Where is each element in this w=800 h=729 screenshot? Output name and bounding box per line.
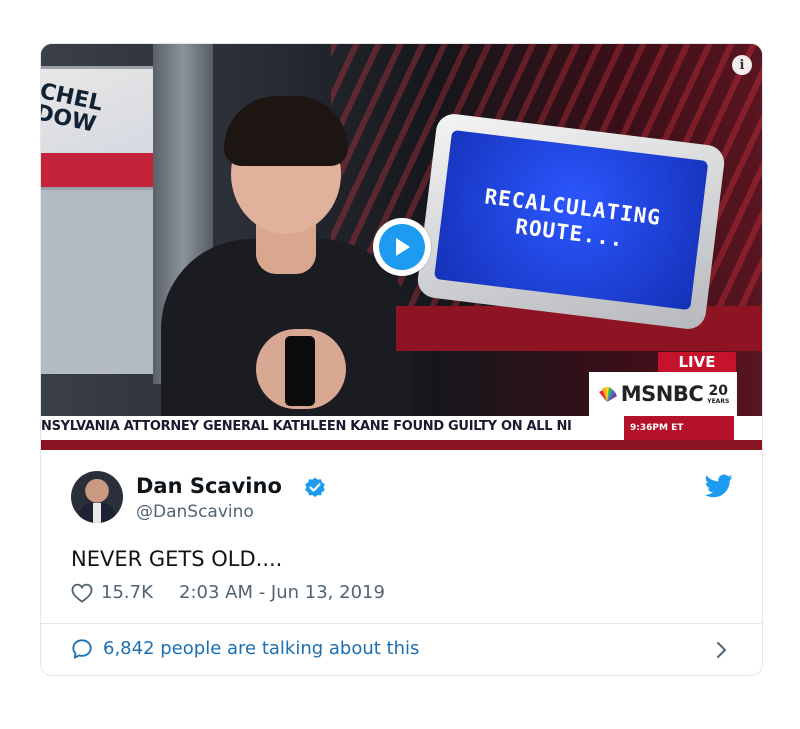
info-icon[interactable]: i (732, 55, 752, 75)
play-icon (396, 238, 410, 256)
card-divider (41, 623, 762, 624)
gps-device-graphic: RECALCULATING ROUTE... (415, 112, 727, 331)
play-button-circle (379, 224, 425, 270)
author-name[interactable]: Dan Scavino (136, 474, 282, 498)
anchor-phone (285, 336, 315, 406)
live-badge: LIVE (658, 352, 736, 372)
network-logo-text: MSNBC (620, 382, 704, 406)
tweet-text: NEVER GETS OLD.... (71, 547, 283, 571)
anniversary-mark: 20 YEARS (707, 384, 729, 405)
monitor-text: CHEL DOW (41, 78, 105, 138)
avatar[interactable] (71, 471, 123, 523)
studio-wall (41, 184, 153, 374)
author-handle[interactable]: @DanScavino (136, 502, 254, 522)
studio-monitor-left: CHEL DOW (41, 66, 156, 190)
conversation-link[interactable]: 6,842 people are talking about this (71, 636, 751, 666)
ticker-time: 9:36PM ET (624, 416, 734, 440)
play-button[interactable] (373, 218, 431, 276)
ticker-bottom-bar (41, 440, 762, 450)
twitter-bird-icon[interactable] (705, 474, 733, 498)
gps-screen-text: RECALCULATING ROUTE... (480, 183, 662, 256)
verified-badge-icon (305, 477, 325, 498)
news-ticker: NSYLVANIA ATTORNEY GENERAL KATHLEEN KANE… (41, 416, 762, 440)
conversation-link-text: 6,842 people are talking about this (103, 638, 420, 659)
speech-bubble-icon (72, 639, 92, 659)
monitor-band (41, 153, 153, 187)
avatar-shirt (93, 503, 101, 523)
anniversary-number: 20 (708, 382, 728, 399)
heart-icon[interactable] (71, 583, 93, 603)
peacock-logo-icon (598, 387, 617, 402)
video-player[interactable]: CHEL DOW RECALCULATING ROUTE... LIVE MSN… (41, 44, 762, 450)
tweet-embed-card: CHEL DOW RECALCULATING ROUTE... LIVE MSN… (40, 43, 763, 676)
gps-screen: RECALCULATING ROUTE... (434, 129, 709, 311)
network-logo-bug: MSNBC 20 YEARS (589, 372, 737, 416)
anniversary-word: YEARS (707, 397, 730, 405)
ticker-headline: NSYLVANIA ATTORNEY GENERAL KATHLEEN KANE… (41, 419, 572, 434)
chevron-right-icon (717, 642, 726, 658)
tweet-timestamp[interactable]: 2:03 AM - Jun 13, 2019 (179, 582, 385, 603)
like-count[interactable]: 15.7K (101, 582, 153, 603)
